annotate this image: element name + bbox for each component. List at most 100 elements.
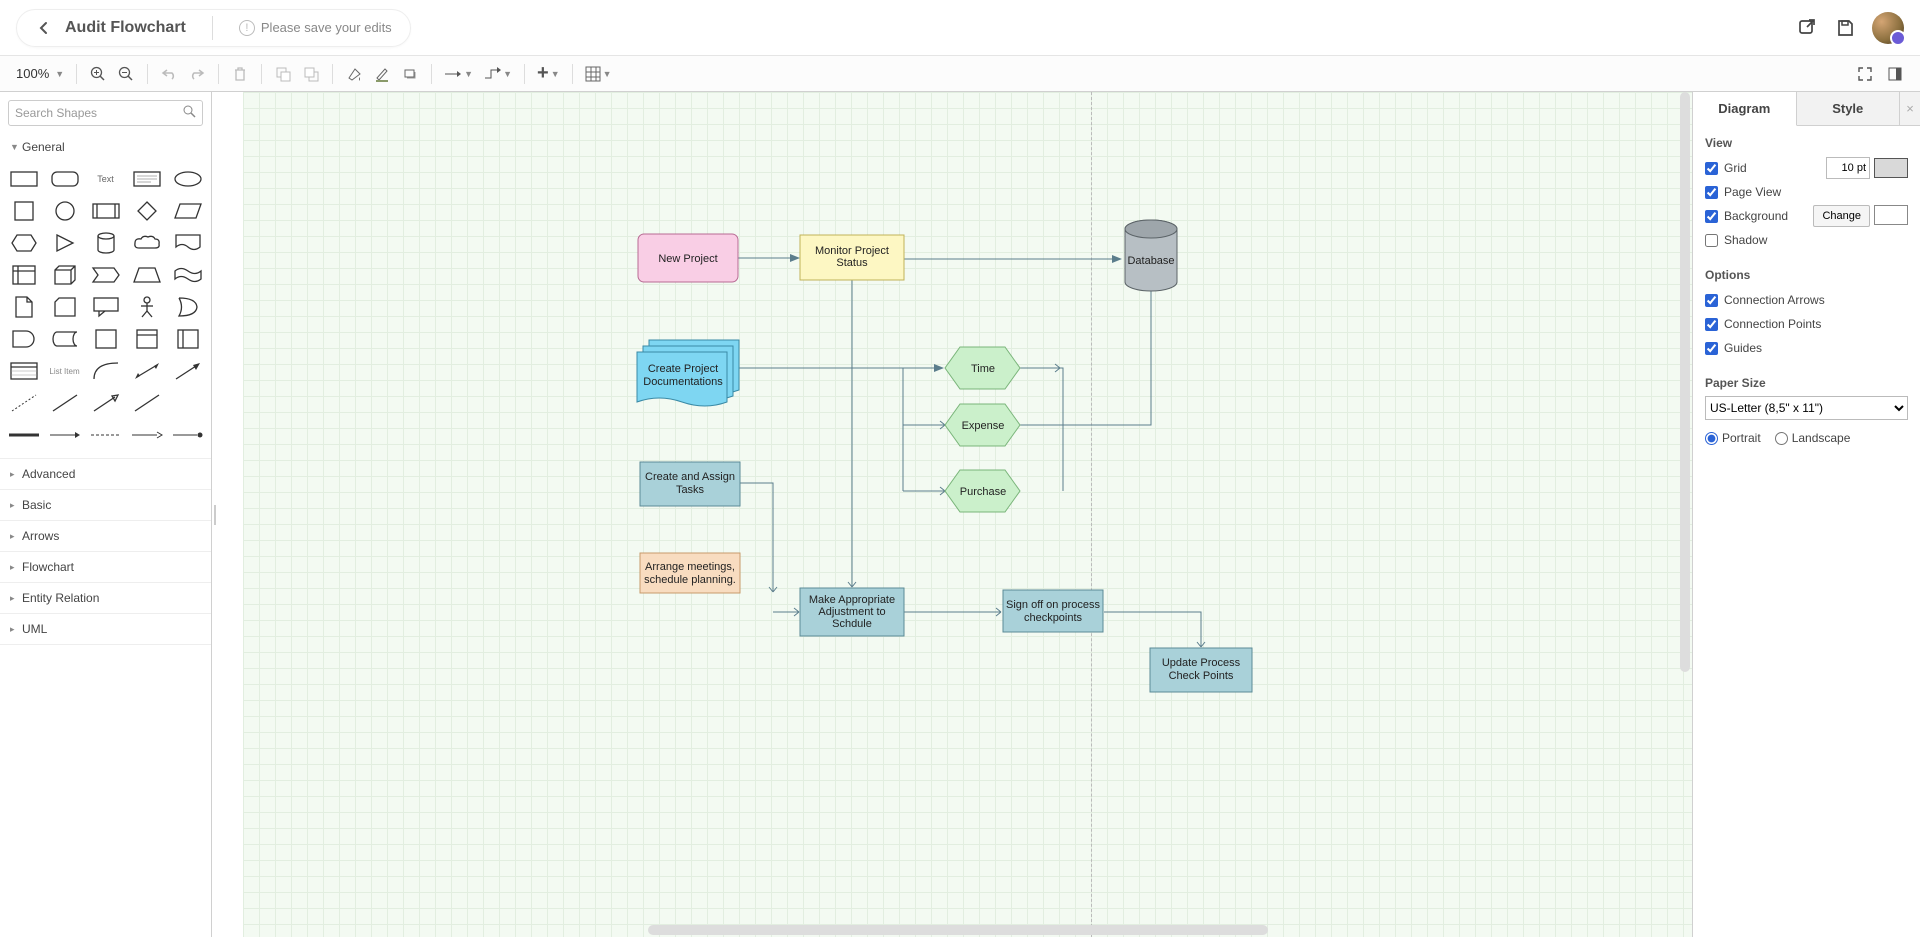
fullscreen-button[interactable] [1852,61,1878,87]
shape-callout[interactable] [90,296,121,318]
shape-line-arrow[interactable] [90,392,121,414]
connection-dropdown[interactable]: ▼ [440,61,477,87]
scrollbar-vertical[interactable] [1680,92,1690,672]
conn-arrows-checkbox[interactable] [1705,294,1718,307]
redo-button[interactable] [184,61,210,87]
tab-diagram[interactable]: Diagram [1693,92,1797,126]
user-avatar[interactable] [1872,12,1904,44]
shape-datastore[interactable] [49,328,80,350]
node-expense[interactable]: Expense [945,404,1020,446]
insert-button[interactable]: +▼ [533,61,564,87]
category-entity[interactable]: ▸Entity Relation [0,583,211,614]
shape-vcontainer[interactable] [172,328,203,350]
category-arrows[interactable]: ▸Arrows [0,521,211,552]
shape-circle[interactable] [49,200,80,222]
shape-tape[interactable] [172,264,203,286]
landscape-radio[interactable] [1775,432,1788,445]
canvas[interactable]: New Project Monitor ProjectStatus Databa… [218,92,1692,937]
change-bg-button[interactable]: Change [1813,205,1870,227]
shape-cube[interactable] [49,264,80,286]
shadow-button[interactable] [397,61,423,87]
shadow-checkbox[interactable] [1705,234,1718,247]
portrait-radio[interactable] [1705,432,1718,445]
grid-size-input[interactable] [1826,157,1870,179]
node-create-docs[interactable]: Create Project Documentations [637,340,739,406]
bg-color-swatch[interactable] [1874,205,1908,225]
undo-button[interactable] [156,61,182,87]
shape-diamond[interactable] [131,200,162,222]
tab-style[interactable]: Style [1797,92,1901,125]
shape-hexagon[interactable] [8,232,39,254]
shape-link4[interactable] [131,424,162,446]
zoom-in-button[interactable] [85,61,111,87]
shape-hcontainer[interactable] [131,328,162,350]
zoom-out-button[interactable] [113,61,139,87]
paper-size-select[interactable]: US-Letter (8,5" x 11") [1705,396,1908,420]
grid-checkbox[interactable] [1705,162,1718,175]
to-back-button[interactable] [298,61,324,87]
category-flowchart[interactable]: ▸Flowchart [0,552,211,583]
shape-rounded[interactable] [49,168,80,190]
node-arrange[interactable]: Arrange meetings, schedule planning. [640,553,740,593]
category-advanced[interactable]: ▸Advanced [0,459,211,490]
shape-link2[interactable] [49,424,80,446]
shape-trapezoid[interactable] [131,264,162,286]
fill-color-button[interactable] [341,61,367,87]
format-panel-toggle[interactable] [1882,61,1908,87]
conn-points-checkbox[interactable] [1705,318,1718,331]
guides-checkbox[interactable] [1705,342,1718,355]
shape-text[interactable]: Text [90,168,121,190]
grid-color-swatch[interactable] [1874,158,1908,178]
back-button[interactable] [35,19,53,37]
node-monitor[interactable]: Monitor ProjectStatus [800,235,904,280]
zoom-dropdown[interactable]: 100%▼ [12,61,68,87]
node-time[interactable]: Time [945,347,1020,389]
shape-container[interactable] [90,328,121,350]
shape-listitem[interactable]: List Item [49,360,80,382]
shape-triangle[interactable] [49,232,80,254]
shape-square[interactable] [8,200,39,222]
shape-list[interactable] [8,360,39,382]
shape-rect[interactable] [8,168,39,190]
shape-arrow[interactable] [172,360,203,382]
shape-dashed[interactable] [8,392,39,414]
shape-biarrow[interactable] [131,360,162,382]
category-general[interactable]: ▼General Text [0,132,211,459]
shape-parallelogram[interactable] [172,200,203,222]
shape-document[interactable] [172,232,203,254]
shape-or[interactable] [172,296,203,318]
line-color-button[interactable] [369,61,395,87]
shape-link1[interactable] [8,424,39,446]
shape-curve[interactable] [90,360,121,382]
waypoint-dropdown[interactable]: ▼ [479,61,516,87]
shape-line1[interactable] [49,392,80,414]
node-purchase[interactable]: Purchase [945,470,1020,512]
shape-actor[interactable] [131,296,162,318]
node-adjust[interactable]: Make Appropriate Adjustment to Schdule [800,588,904,636]
share-button[interactable] [1796,17,1818,39]
shape-cylinder[interactable] [90,232,121,254]
node-create-tasks[interactable]: Create and Assign Tasks [640,462,740,506]
shape-note[interactable] [8,296,39,318]
shape-internal[interactable] [8,264,39,286]
shape-cloud[interactable] [131,232,162,254]
pageview-checkbox[interactable] [1705,186,1718,199]
save-button[interactable] [1834,17,1856,39]
shape-link3[interactable] [90,424,121,446]
shape-textbox[interactable] [131,168,162,190]
shape-card[interactable] [49,296,80,318]
shape-process[interactable] [90,200,121,222]
to-front-button[interactable] [270,61,296,87]
shape-link5[interactable] [172,424,203,446]
shape-and[interactable] [8,328,39,350]
node-database[interactable]: Database [1125,220,1177,291]
scrollbar-horizontal[interactable] [648,925,1268,935]
shape-line2[interactable] [131,392,162,414]
shape-step[interactable] [90,264,121,286]
search-shapes-input[interactable]: Search Shapes [8,100,203,126]
close-panel-button[interactable]: × [1900,92,1920,125]
table-button[interactable]: ▼ [581,61,616,87]
delete-button[interactable] [227,61,253,87]
node-new-project[interactable]: New Project [638,234,738,282]
node-update[interactable]: Update Process Check Points [1150,648,1252,692]
